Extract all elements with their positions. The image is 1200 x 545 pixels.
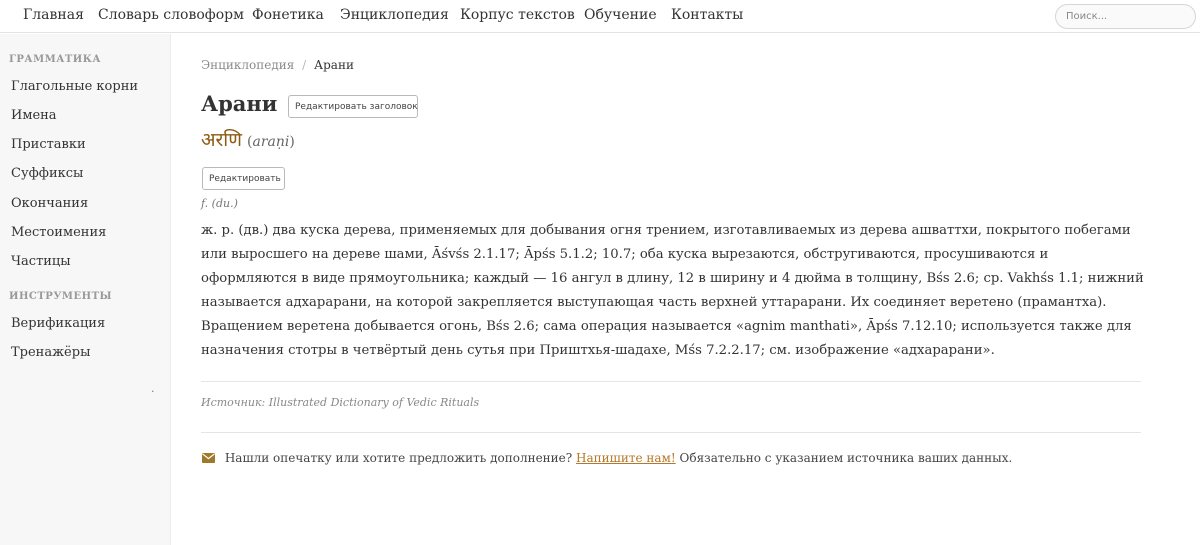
devanagari-headword: अरणि xyxy=(201,129,242,151)
nav-link-corpus[interactable]: Корпус текстов xyxy=(460,7,575,23)
page-title: Арани xyxy=(201,91,278,116)
breadcrumb: Энциклопедия / Арани xyxy=(201,58,354,72)
grammar-info: f. (du.) xyxy=(201,197,238,210)
breadcrumb-current: Арани xyxy=(314,58,354,72)
sidebar-section-grammar: ГРАММАТИКА xyxy=(9,54,101,65)
feedback-link[interactable]: Напишите нам! xyxy=(576,451,676,465)
sidebar-item-suffixes[interactable]: Суффиксы xyxy=(11,166,83,181)
breadcrumb-separator: / xyxy=(302,58,307,72)
edit-title-button[interactable]: Редактировать заголовок xyxy=(288,95,418,118)
sidebar-item-verb-roots[interactable]: Глагольные корни xyxy=(11,79,138,94)
trainers-expand-icon[interactable]: · xyxy=(151,385,155,398)
main-content: Энциклопедия / Арани Арани Редактировать… xyxy=(171,34,1200,545)
translit-close: ) xyxy=(289,134,295,150)
source-label: Источник: xyxy=(201,396,266,409)
translit-text: araṇi xyxy=(252,134,290,150)
sidebar-item-verification[interactable]: Верификация xyxy=(11,316,105,331)
divider xyxy=(201,432,1141,433)
sidebar-item-nouns[interactable]: Имена xyxy=(11,108,57,123)
edit-button[interactable]: Редактировать xyxy=(202,167,285,190)
sidebar-item-pronouns[interactable]: Местоимения xyxy=(11,225,106,240)
top-navigation: Главная Словарь словоформ Фонетика Энцик… xyxy=(0,0,1200,33)
nav-link-phonetics[interactable]: Фонетика xyxy=(252,7,324,23)
nav-link-learning[interactable]: Обучение xyxy=(584,7,657,23)
feedback-note: Обязательно с указанием источника ваших … xyxy=(679,451,1013,465)
sidebar-item-particles[interactable]: Частицы xyxy=(11,254,71,269)
transliteration: (araṇi) xyxy=(247,134,295,150)
nav-link-wordforms[interactable]: Словарь словоформ xyxy=(98,7,244,23)
source-title: Illustrated Dictionary of Vedic Rituals xyxy=(268,396,480,409)
feedback-text: Нашли опечатку или хотите предложить доп… xyxy=(224,451,573,465)
source-line: Источник: Illustrated Dictionary of Vedi… xyxy=(201,396,479,409)
headword-line: अरणि (araṇi) xyxy=(201,126,295,152)
sidebar-section-tools: ИНСТРУМЕНТЫ xyxy=(9,291,113,302)
nav-link-encyclopedia[interactable]: Энциклопедия xyxy=(340,7,449,23)
sidebar-item-endings[interactable]: Окончания xyxy=(11,196,88,211)
nav-link-contacts[interactable]: Контакты xyxy=(671,7,743,23)
search-input[interactable] xyxy=(1055,4,1196,29)
nav-link-home[interactable]: Главная xyxy=(23,7,84,23)
sidebar-item-trainers[interactable]: Тренажёры xyxy=(11,345,90,360)
sidebar-item-prefixes[interactable]: Приставки xyxy=(11,137,86,152)
envelope-icon xyxy=(202,453,215,463)
definition-text: ж. р. (дв.) два куска дерева, применяемы… xyxy=(201,223,1144,358)
divider xyxy=(201,381,1141,382)
feedback-notice: Нашли опечатку или хотите предложить доп… xyxy=(202,451,1012,465)
sidebar: ГРАММАТИКА Глагольные корни Имена Приста… xyxy=(0,34,171,545)
breadcrumb-link-encyclopedia[interactable]: Энциклопедия xyxy=(201,58,294,72)
